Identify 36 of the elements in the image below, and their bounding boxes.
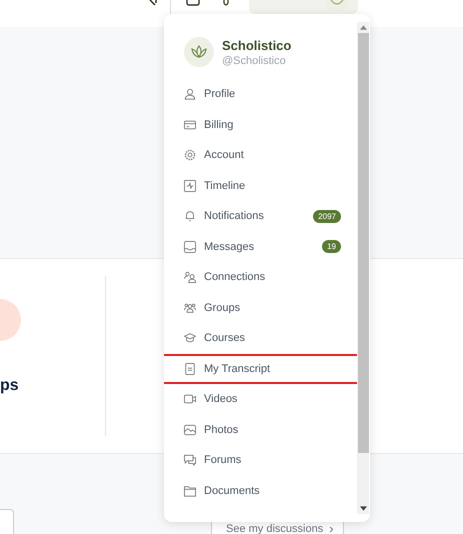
scroll-up-arrow-icon[interactable] [360,25,366,30]
graduation-cap-icon [184,332,196,344]
menu-item[interactable]: Connections [164,262,359,292]
gear-icon [184,149,196,162]
lotus-avatar-icon [184,37,214,67]
menu-item[interactable]: Videos [164,384,359,414]
card-title: ps [0,377,19,395]
chat-bubbles-icon [184,454,196,466]
highlighted-menu-item[interactable]: My Transcript [164,354,359,384]
account-handle: @Scholistico [222,54,287,66]
card-icon [184,118,196,131]
menu-item[interactable]: Forums [164,445,359,476]
count-badge: 2097 [313,210,341,223]
scroll-down-arrow-icon[interactable] [360,506,366,511]
image-icon [184,424,196,436]
menu-item[interactable]: Account [164,140,359,170]
menu-item[interactable]: Timeline [164,170,359,201]
menu-item[interactable]: Notifications 2097 [164,201,359,232]
menu-item[interactable]: Groups [164,292,359,323]
menu-item[interactable]: Courses [164,323,359,354]
video-camera-icon [184,393,196,406]
document-icon [184,362,196,375]
menu-item[interactable]: Documents [164,476,359,506]
account-name: Scholistico [222,38,292,52]
person-icon [184,88,196,100]
menu-item[interactable]: Profile [164,79,359,110]
folder-icon [184,484,196,497]
avatar-icon [325,0,349,12]
people-icon [184,271,196,284]
activity-icon [184,180,196,192]
count-badge: 19 [322,240,341,254]
scrollbar[interactable] [357,22,369,514]
inbox-icon [184,240,196,253]
menu-item[interactable]: Photos [164,414,359,445]
menu-item[interactable]: Messages 19 [164,232,359,262]
menu-item[interactable]: Billing [164,110,359,140]
